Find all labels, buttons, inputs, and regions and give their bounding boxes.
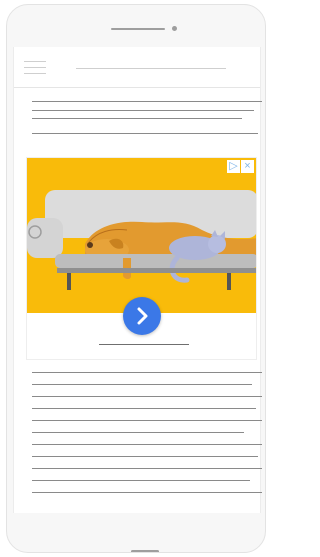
ad-badges: ▷ ×	[227, 160, 254, 173]
hamburger-menu-icon[interactable]	[24, 61, 46, 75]
text-line	[32, 396, 262, 397]
text-line	[32, 480, 250, 481]
ad-cta-button[interactable]	[123, 297, 161, 335]
top-bar	[14, 47, 260, 88]
close-icon[interactable]: ×	[241, 160, 254, 173]
text-line	[32, 456, 258, 457]
text-line	[32, 492, 262, 493]
chevron-right-icon	[137, 307, 148, 325]
screen: ▷ ×	[13, 47, 262, 513]
text-line	[32, 101, 262, 102]
text-line	[32, 384, 252, 385]
text-line	[32, 372, 262, 373]
ad-unit[interactable]: ▷ ×	[26, 157, 257, 360]
text-line	[32, 468, 262, 469]
text-line	[32, 420, 262, 421]
ad-image[interactable]	[27, 158, 257, 313]
text-line	[32, 444, 262, 445]
ad-caption-placeholder	[99, 344, 189, 345]
earpiece	[111, 28, 165, 30]
text-line	[32, 432, 244, 433]
camera-icon	[172, 26, 177, 31]
adchoices-icon[interactable]: ▷	[227, 160, 240, 173]
phone-frame: ▷ ×	[6, 4, 266, 553]
text-line	[32, 110, 254, 111]
text-line	[32, 408, 256, 409]
text-line	[32, 133, 258, 134]
home-indicator[interactable]	[131, 550, 159, 552]
text-line	[32, 118, 242, 119]
title-placeholder	[76, 68, 226, 69]
